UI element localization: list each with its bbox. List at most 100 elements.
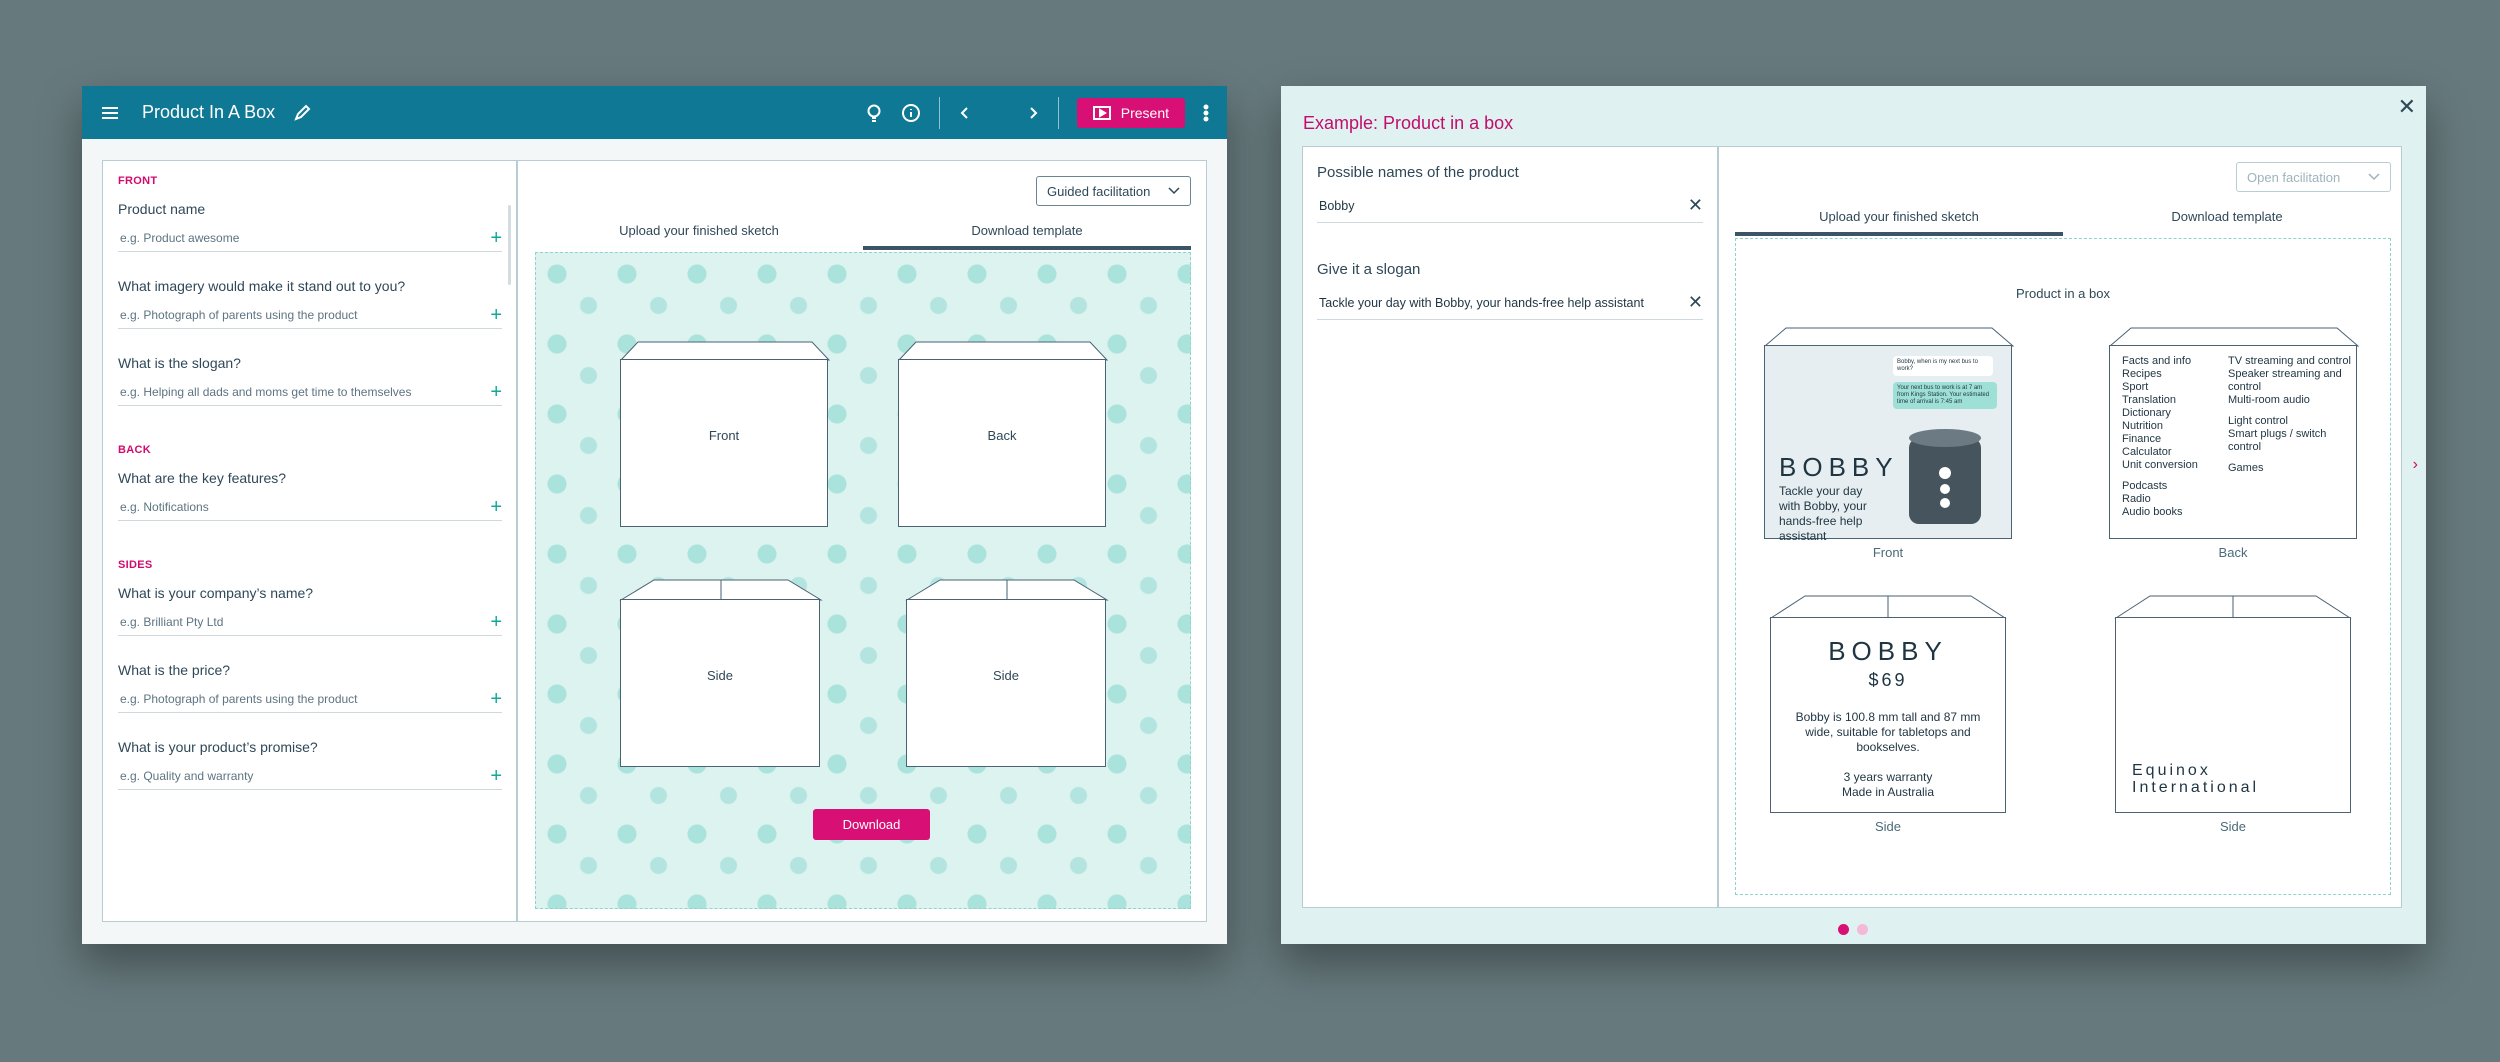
chevron-down-icon xyxy=(1168,187,1180,195)
edit-pencil-icon[interactable] xyxy=(293,104,311,122)
canvas-title: Product in a box xyxy=(2016,286,2110,301)
app-title: Product In A Box xyxy=(142,102,276,122)
feature-item: Dictionary xyxy=(2122,407,2171,419)
placeholder: e.g. Quality and warranty xyxy=(120,769,254,783)
features-input[interactable]: e.g. Notifications + xyxy=(118,497,502,521)
question-label: What is the price? xyxy=(118,662,231,678)
editor-panel: FRONT Product name e.g. Product awesome +… xyxy=(102,160,1207,922)
present-button[interactable]: Present xyxy=(1076,97,1185,128)
close-icon[interactable]: ✕ xyxy=(2398,94,2416,120)
feature-item xyxy=(2228,454,2352,462)
side-price: $69 xyxy=(1868,670,1908,690)
plus-icon[interactable]: + xyxy=(490,497,502,517)
download-button[interactable]: Download xyxy=(813,809,930,840)
tabs: Upload your finished sketch Download tem… xyxy=(535,223,1191,250)
front-caption: Front xyxy=(1872,545,1904,560)
scrollbar[interactable] xyxy=(508,205,511,285)
pager-dots xyxy=(1838,924,1868,935)
back-face: Back xyxy=(898,359,1106,527)
ex-back-lid xyxy=(2108,327,2360,347)
chat-bubble-question: Bobby, when is my next bus to work? xyxy=(1893,356,1993,376)
product-name-input[interactable]: e.g. Product awesome + xyxy=(118,228,502,252)
clear-icon[interactable]: ✕ xyxy=(1688,195,1703,216)
chevron-right-icon[interactable] xyxy=(1026,106,1040,120)
plus-icon[interactable]: + xyxy=(490,766,502,786)
question-label: Product name xyxy=(118,201,206,217)
slogan-input[interactable]: e.g. Helping all dads and moms get time … xyxy=(118,382,502,406)
pager-dot[interactable] xyxy=(1857,924,1868,935)
clear-icon[interactable]: ✕ xyxy=(1688,292,1703,313)
example-canvas: Product in a box Bobby, when is my next … xyxy=(1735,238,2391,895)
feature-item: Speaker streaming and control xyxy=(2228,368,2342,393)
back-label: Back xyxy=(987,428,1017,443)
placeholder: e.g. Notifications xyxy=(120,500,209,514)
question-label: What is the slogan? xyxy=(118,355,241,371)
promise-input[interactable]: e.g. Quality and warranty + xyxy=(118,766,502,790)
ex-front-lid xyxy=(1763,327,2015,347)
side-description: Bobby is 100.8 mm tall and 87 mm wide, s… xyxy=(1795,710,1981,754)
back-features-col1: Facts and info Recipes Sport Translation Dic… xyxy=(2122,355,2222,519)
names-field[interactable]: Bobby ✕ xyxy=(1317,195,1703,223)
feature-item: TV streaming and control xyxy=(2228,355,2351,367)
section-front-title: FRONT xyxy=(118,175,158,187)
slogan-label: Give it a slogan xyxy=(1317,261,1421,278)
ex-side1-lid xyxy=(1769,595,2007,619)
main-window: Product In A Box Present FRONT Product n… xyxy=(82,86,1227,944)
example-heading: Example: Product in a box xyxy=(1303,113,1514,133)
side2-lid xyxy=(905,579,1109,601)
side-warranty: 3 years warranty xyxy=(1843,770,1933,784)
example-answers: Possible names of the product Bobby ✕ Giv… xyxy=(1303,147,1719,907)
back-caption: Back xyxy=(2218,545,2248,560)
side1-face: Side xyxy=(620,599,820,767)
questions-column: FRONT Product name e.g. Product awesome +… xyxy=(103,161,518,921)
tab-upload[interactable]: Upload your finished sketch xyxy=(535,223,863,250)
example-template: Open facilitation Upload your finished s… xyxy=(1719,147,2401,907)
imagery-input[interactable]: e.g. Photograph of parents using the pro… xyxy=(118,305,502,329)
ex-side2-lid xyxy=(2114,595,2352,619)
front-label: Front xyxy=(708,428,740,443)
feature-item: Radio xyxy=(2122,493,2151,505)
price-input[interactable]: e.g. Photograph of parents using the pro… xyxy=(118,689,502,713)
placeholder: e.g. Brilliant Pty Ltd xyxy=(120,615,224,629)
next-chevron-icon[interactable]: › xyxy=(2413,456,2418,474)
template-column: Guided facilitation Upload your finished… xyxy=(518,161,1206,921)
names-value: Bobby xyxy=(1319,198,1355,213)
plus-icon[interactable]: + xyxy=(490,228,502,248)
slogan-field[interactable]: Tackle your day with Bobby, your hands-f… xyxy=(1317,292,1703,320)
question-label: What is your product’s promise? xyxy=(118,739,318,755)
open-facilitation-select[interactable]: Open facilitation xyxy=(2236,162,2391,192)
plus-icon[interactable]: + xyxy=(490,382,502,402)
info-icon[interactable] xyxy=(901,103,921,123)
facilitation-select[interactable]: Guided facilitation xyxy=(1036,176,1191,206)
tab-download[interactable]: Download template xyxy=(2063,209,2391,236)
feature-item: Audio books xyxy=(2122,506,2183,518)
plus-icon[interactable]: + xyxy=(490,689,502,709)
company-name-input[interactable]: e.g. Brilliant Pty Ltd + xyxy=(118,612,502,636)
section-sides-title: SIDES xyxy=(118,559,153,571)
feature-item: Multi-room audio xyxy=(2228,394,2310,406)
question-label: What imagery would make it stand out to … xyxy=(118,278,406,294)
plus-icon[interactable]: + xyxy=(490,305,502,325)
pager-dot-active[interactable] xyxy=(1838,924,1849,935)
tab-download[interactable]: Download template xyxy=(863,223,1191,250)
chevron-down-icon xyxy=(2368,173,2380,181)
side1-label: Side xyxy=(706,668,734,683)
more-vert-icon[interactable] xyxy=(1203,104,1209,122)
front-tagline: Tackle your day with Bobby, your hands-f… xyxy=(1779,484,1867,543)
lightbulb-icon[interactable] xyxy=(865,103,883,123)
ex-front-face: Bobby, when is my next bus to work? Your… xyxy=(1764,345,2012,543)
feature-item: Nutrition xyxy=(2122,420,2163,432)
chevron-left-icon[interactable] xyxy=(958,106,972,120)
feature-item: Podcasts xyxy=(2122,480,2168,492)
menu-icon[interactable] xyxy=(100,105,120,121)
plus-icon[interactable]: + xyxy=(490,612,502,632)
smart-speaker-icon xyxy=(1909,429,1981,524)
placeholder: e.g. Product awesome xyxy=(120,231,240,245)
tab-upload[interactable]: Upload your finished sketch xyxy=(1735,209,2063,236)
feature-item: Finance xyxy=(2122,433,2162,445)
side2-face: Side xyxy=(906,599,1106,767)
side-made: Made in Australia xyxy=(1841,785,1935,799)
present-label: Present xyxy=(1120,104,1169,121)
section-back-title: BACK xyxy=(118,444,151,456)
back-features-col2: TV streaming and control Speaker streamin… xyxy=(2228,355,2352,475)
